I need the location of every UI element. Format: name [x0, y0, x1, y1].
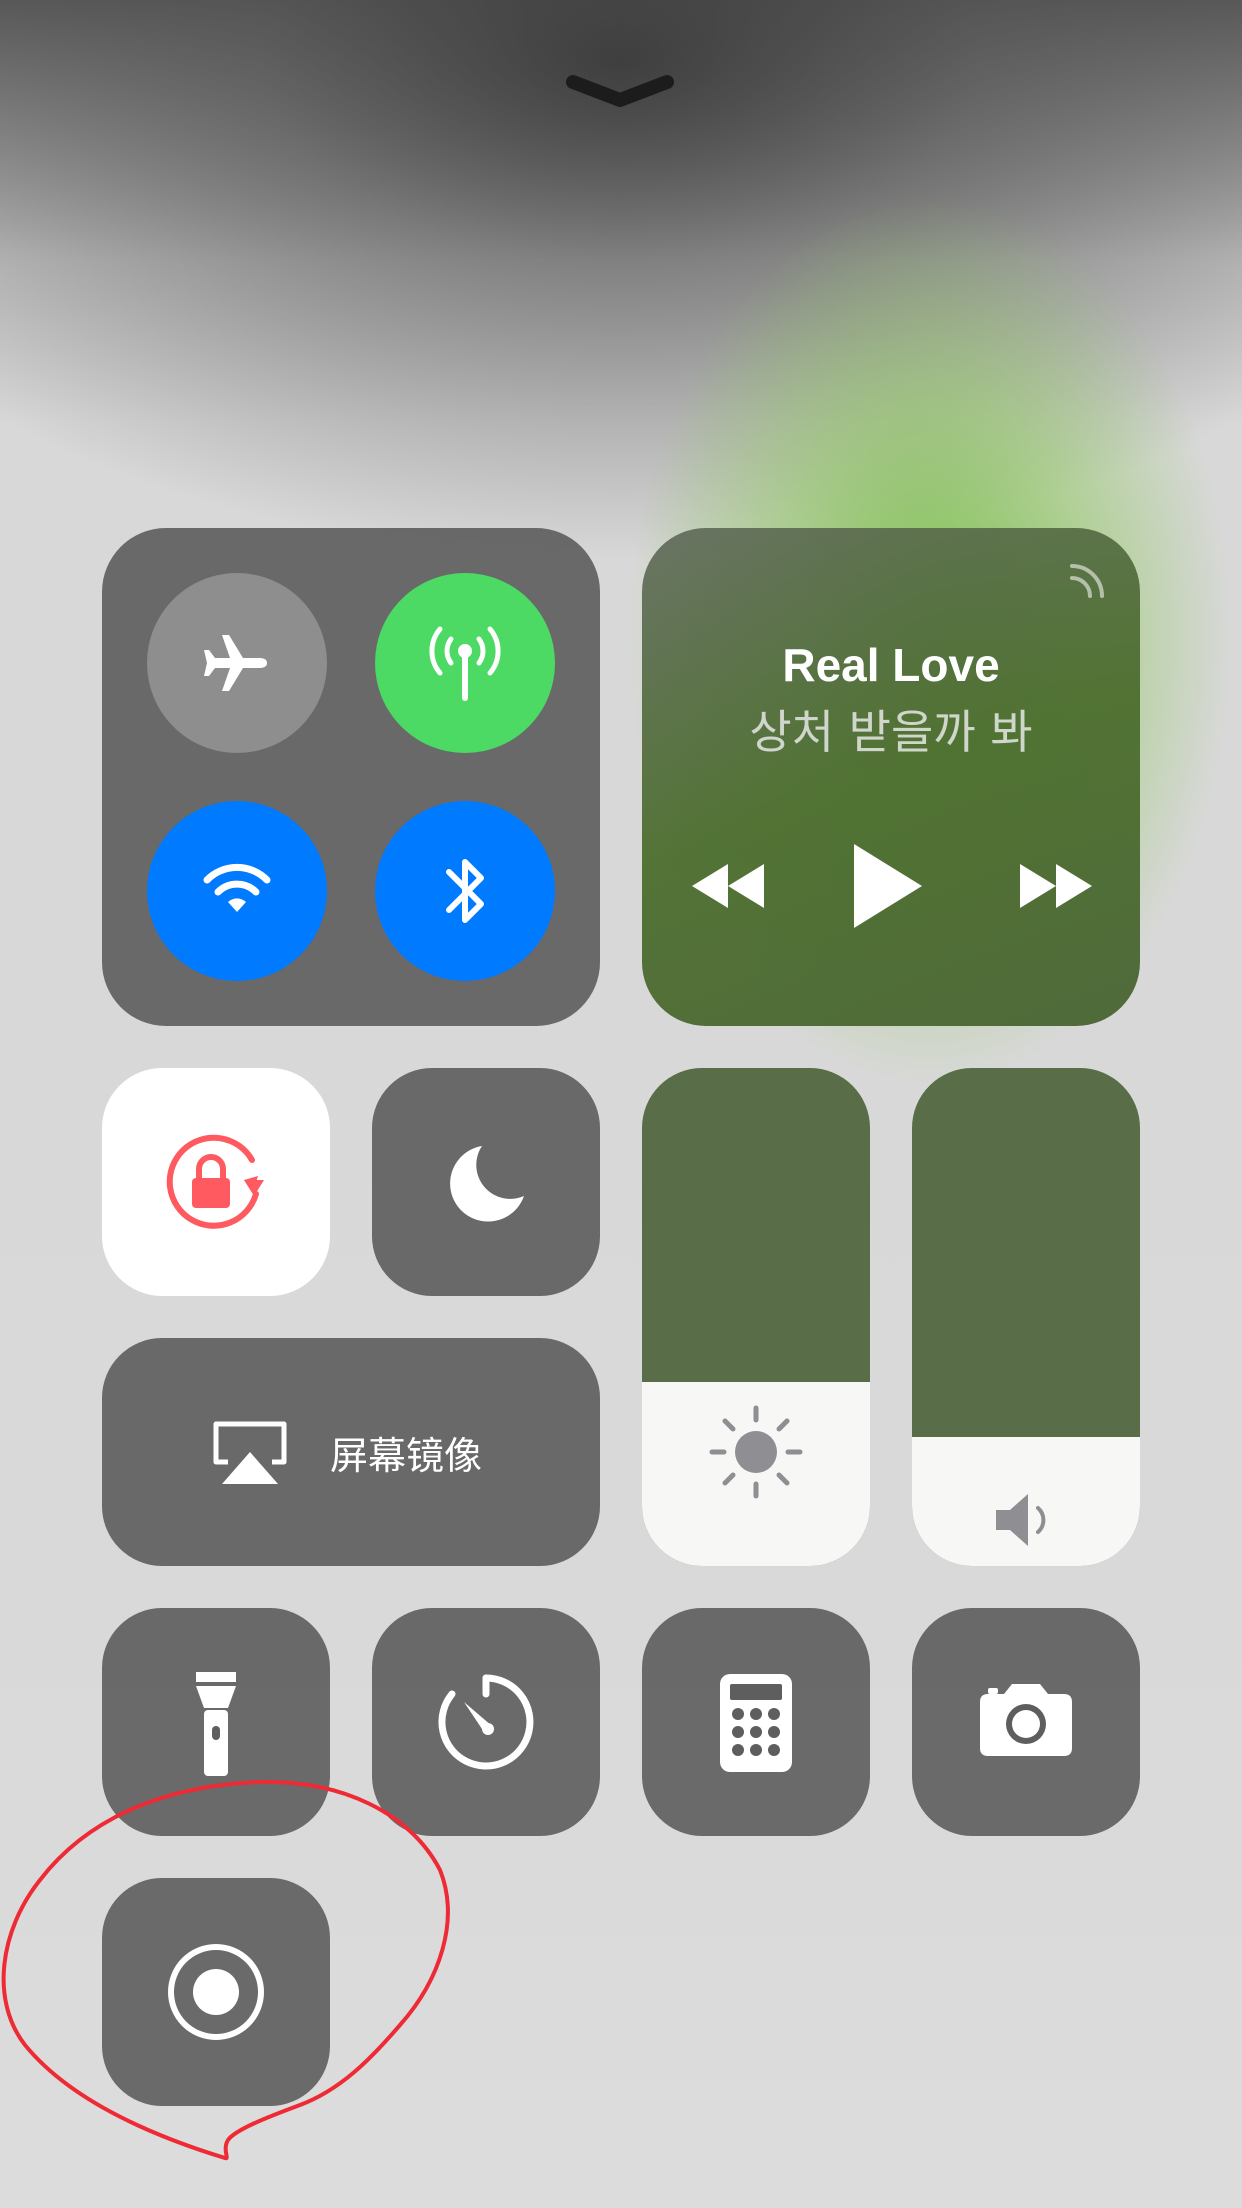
airplay-audio-icon[interactable]: [1066, 558, 1110, 602]
moon-icon: [450, 1146, 524, 1222]
wifi-toggle[interactable]: [147, 801, 327, 981]
screen-recording-button[interactable]: [102, 1878, 330, 2106]
fast-forward-icon[interactable]: [1016, 858, 1096, 914]
calculator-icon: [720, 1674, 792, 1772]
do-not-disturb-button[interactable]: [372, 1068, 600, 1296]
airplane-icon: [204, 635, 267, 691]
track-title: Real Love: [782, 639, 1000, 691]
volume-slider[interactable]: [912, 1068, 1140, 1566]
flashlight-button[interactable]: [102, 1608, 330, 1836]
cellular-data-toggle[interactable]: [375, 573, 555, 753]
timer-icon: [438, 1674, 534, 1770]
speaker-icon: [996, 1494, 1046, 1546]
bluetooth-toggle[interactable]: [375, 801, 555, 981]
airplane-mode-toggle[interactable]: [147, 573, 327, 753]
flashlight-icon: [196, 1672, 236, 1776]
calculator-button[interactable]: [642, 1608, 870, 1836]
airplay-screen-icon: [213, 1421, 287, 1484]
chevron-down-icon[interactable]: [565, 72, 675, 112]
screen-mirroring-label: 屏幕镜像: [330, 1433, 483, 1478]
rewind-icon[interactable]: [688, 858, 768, 914]
cellular-antenna-icon: [429, 626, 501, 701]
timer-button[interactable]: [372, 1608, 600, 1836]
screen-mirroring-button[interactable]: 屏幕镜像: [102, 1338, 600, 1566]
track-artist: 상처 받을까 봐: [749, 705, 1033, 759]
orientation-lock-button[interactable]: [102, 1068, 330, 1296]
now-playing-module[interactable]: Real Love 상처 받을까 봐: [642, 528, 1140, 1026]
camera-icon: [980, 1684, 1072, 1756]
wifi-icon: [203, 863, 271, 912]
bluetooth-icon: [446, 859, 484, 923]
screen-record-icon: [168, 1944, 264, 2040]
connectivity-module: [102, 528, 600, 1026]
rotation-lock-icon: [166, 1134, 264, 1229]
sun-icon: [709, 1405, 803, 1499]
play-icon[interactable]: [850, 840, 926, 932]
camera-button[interactable]: [912, 1608, 1140, 1836]
brightness-slider[interactable]: [642, 1068, 870, 1566]
